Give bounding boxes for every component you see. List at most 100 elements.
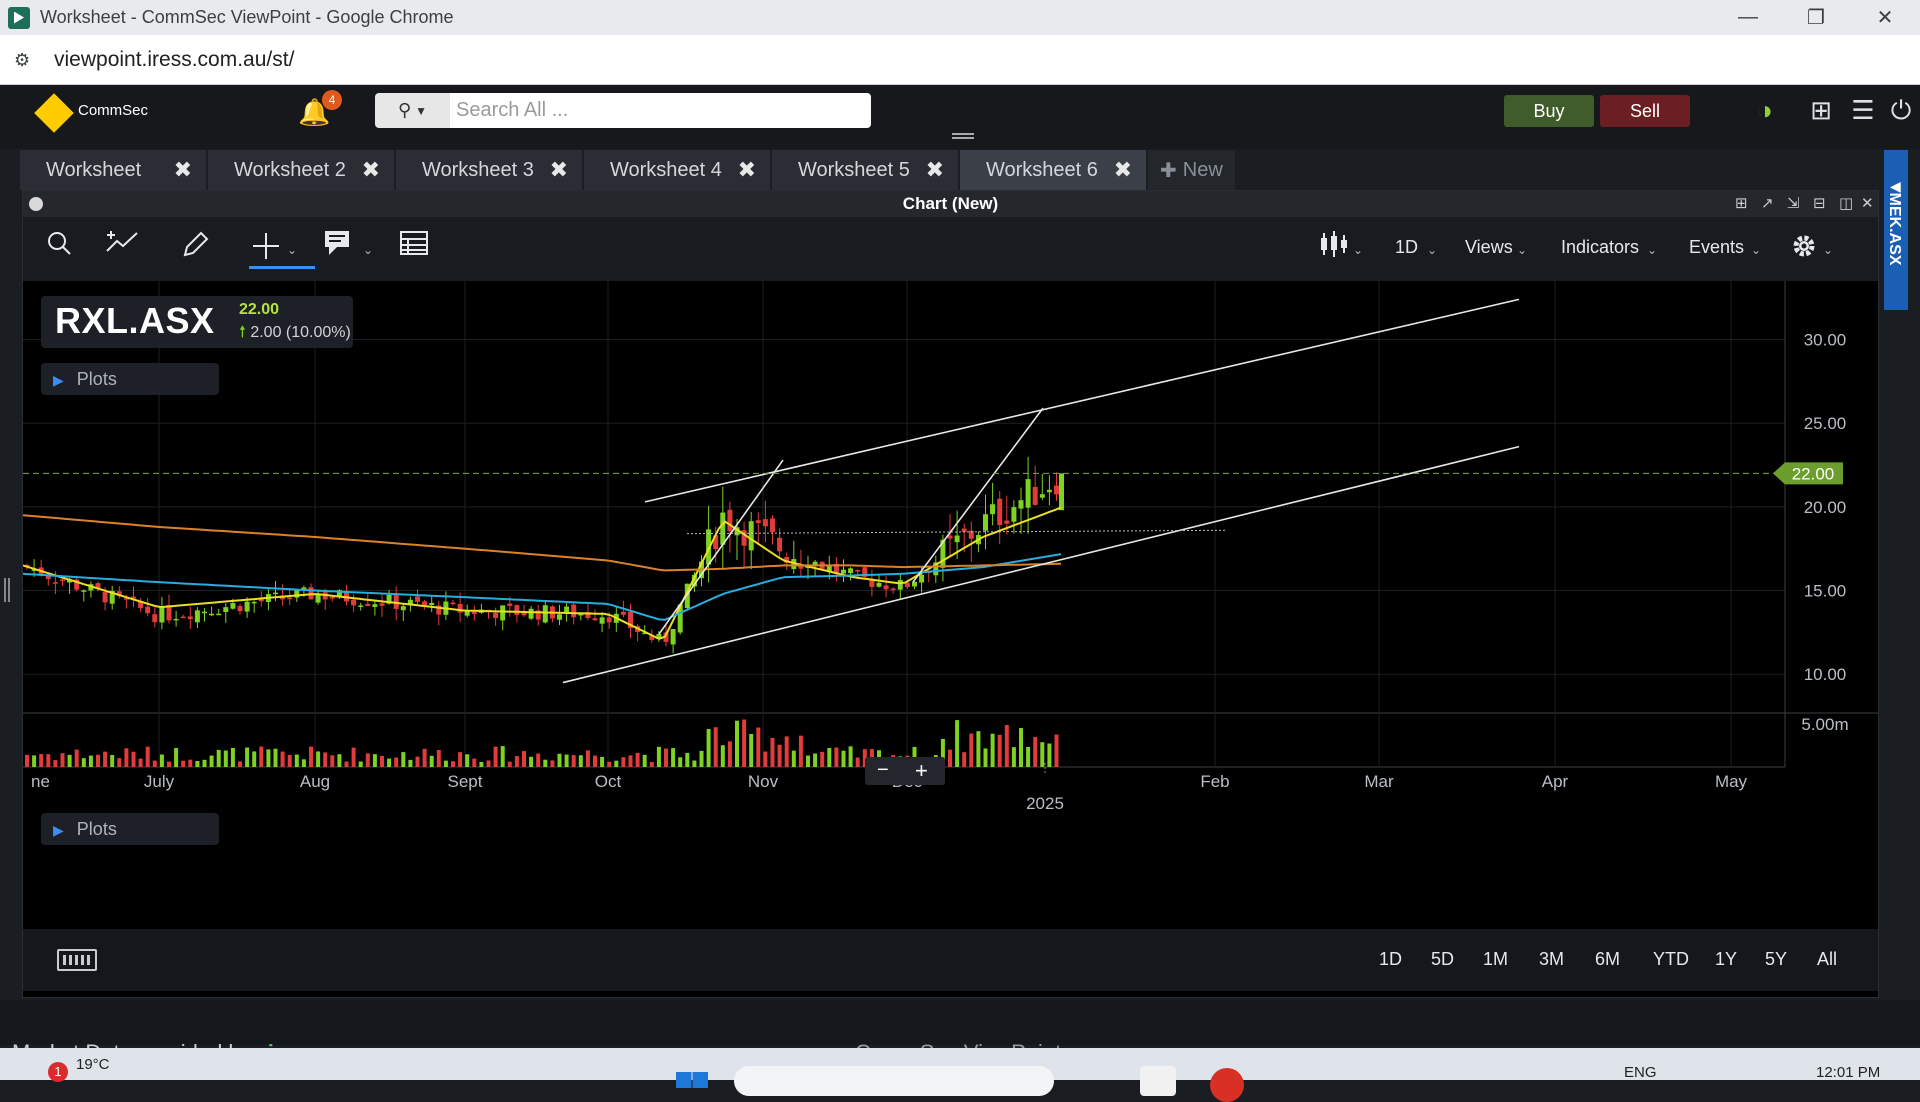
triangle-right-icon: ▶ bbox=[53, 372, 64, 388]
tab-worksheet-5[interactable]: Worksheet 5 ✖ bbox=[772, 150, 958, 190]
panel-split-icon[interactable]: ◫ bbox=[1839, 194, 1853, 212]
chevron-down-icon[interactable]: ⌄ bbox=[287, 243, 297, 257]
events-menu[interactable]: Events bbox=[1689, 237, 1744, 258]
chevron-down-icon[interactable]: ⌄ bbox=[1427, 243, 1437, 257]
tab-label: Worksheet 6 bbox=[986, 158, 1098, 181]
expand-icon[interactable]: ↗ bbox=[1761, 194, 1774, 212]
plots-toggle-main[interactable]: ▶ Plots bbox=[41, 363, 219, 395]
volume-bar bbox=[976, 731, 981, 767]
chevron-down-icon[interactable]: ⌄ bbox=[1751, 243, 1761, 257]
restore-icon[interactable]: ❐ bbox=[1786, 0, 1846, 35]
x-tick-label: 2025 bbox=[1026, 794, 1064, 813]
range-1m[interactable]: 1M bbox=[1483, 949, 1508, 970]
close-icon[interactable]: ✖ bbox=[174, 157, 192, 183]
range-1y[interactable]: 1Y bbox=[1715, 949, 1737, 970]
worksheet-tabs: Worksheet ✖ Worksheet 2 ✖ Worksheet 3 ✖ … bbox=[20, 150, 1235, 190]
range-1d[interactable]: 1D bbox=[1379, 949, 1402, 970]
range-6m[interactable]: 6M bbox=[1595, 949, 1620, 970]
range-3m[interactable]: 3M bbox=[1539, 949, 1564, 970]
chart-area[interactable]: 30.00 25.00 20.00 15.00 10.00 5.00m ne July Aug S… bbox=[23, 281, 1878, 921]
buy-button[interactable]: Buy bbox=[1504, 95, 1594, 127]
annotation-icon[interactable] bbox=[323, 229, 353, 269]
language-indicator[interactable]: ENG bbox=[1624, 1064, 1657, 1081]
chrome-icon[interactable] bbox=[1210, 1068, 1244, 1102]
panel-add-icon[interactable]: ⊞ bbox=[1735, 194, 1748, 212]
url-text[interactable]: viewpoint.iress.com.au/st/ bbox=[54, 48, 294, 72]
chevron-down-icon[interactable]: ⌄ bbox=[1823, 243, 1833, 257]
chevron-down-icon[interactable]: ⌄ bbox=[1517, 243, 1527, 257]
candle-body bbox=[954, 535, 960, 543]
candle-body bbox=[507, 603, 513, 606]
gear-icon[interactable] bbox=[1791, 233, 1817, 273]
side-tab-label: MEK.ASX bbox=[1886, 192, 1903, 266]
volume-bar bbox=[309, 746, 313, 767]
tab-worksheet-2[interactable]: Worksheet 2 ✖ bbox=[208, 150, 394, 190]
volume-bar bbox=[770, 738, 775, 767]
x-tick-label: July bbox=[144, 772, 175, 791]
price-chart[interactable]: 30.00 25.00 20.00 15.00 10.00 5.00m ne July Aug S… bbox=[23, 281, 1878, 921]
chevron-down-icon[interactable]: ⌄ bbox=[1353, 243, 1363, 257]
close-window-icon[interactable]: ✕ bbox=[1855, 0, 1915, 35]
header-drag-handle[interactable] bbox=[952, 133, 974, 139]
volume-bar bbox=[685, 752, 690, 767]
range-all[interactable]: All bbox=[1817, 949, 1837, 970]
keyboard-icon[interactable] bbox=[57, 949, 97, 971]
chevron-down-icon[interactable]: ⌄ bbox=[1647, 243, 1657, 257]
popout-icon[interactable]: ⇲ bbox=[1787, 194, 1800, 212]
close-icon[interactable]: ✖ bbox=[1114, 157, 1132, 183]
power-icon[interactable]: ⏻ bbox=[1884, 93, 1918, 127]
left-collapse-handle[interactable] bbox=[4, 578, 10, 602]
range-5d[interactable]: 5D bbox=[1431, 949, 1454, 970]
pencil-icon[interactable] bbox=[181, 229, 211, 269]
volume-bar bbox=[1054, 734, 1059, 767]
volume-bar bbox=[621, 757, 626, 767]
menu-icon[interactable]: ☰ bbox=[1846, 93, 1880, 127]
candle-body bbox=[251, 601, 257, 604]
new-tab-button[interactable]: ✚ New bbox=[1148, 150, 1235, 190]
plots-toggle-volume[interactable]: ▶ Plots bbox=[41, 813, 219, 845]
close-icon[interactable]: ✖ bbox=[738, 157, 756, 183]
zoom-in-button[interactable]: + bbox=[915, 758, 928, 784]
volume-bar bbox=[784, 736, 789, 767]
candle-body bbox=[287, 597, 293, 600]
zoom-search-icon[interactable] bbox=[45, 229, 73, 269]
table-icon[interactable] bbox=[399, 229, 429, 269]
views-menu[interactable]: Views bbox=[1465, 237, 1513, 258]
add-icon[interactable]: ⊞ bbox=[1804, 93, 1838, 127]
search-dropdown-button[interactable]: ⚲ ▼ bbox=[375, 93, 450, 128]
add-indicator-icon[interactable] bbox=[105, 229, 141, 269]
taskbar-clock[interactable]: 12:01 PM bbox=[1816, 1064, 1880, 1081]
windows-taskbar: 1 19°C ENG 12:01 PM bbox=[0, 1048, 1920, 1102]
tab-worksheet-6[interactable]: Worksheet 6 ✖ bbox=[960, 150, 1146, 190]
range-5y[interactable]: 5Y bbox=[1765, 949, 1787, 970]
panel-minimize-icon[interactable]: ⊟ bbox=[1813, 194, 1826, 212]
minimize-icon[interactable]: — bbox=[1718, 0, 1778, 35]
close-icon[interactable]: ✖ bbox=[550, 157, 568, 183]
crosshair-icon[interactable] bbox=[249, 229, 315, 269]
close-icon[interactable]: ✖ bbox=[926, 157, 944, 183]
weather-temp[interactable]: 19°C bbox=[76, 1056, 110, 1073]
volume-bar bbox=[294, 754, 299, 767]
tab-worksheet-4[interactable]: Worksheet 4 ✖ bbox=[584, 150, 770, 190]
interval-select[interactable]: 1D bbox=[1395, 237, 1418, 258]
tab-worksheet[interactable]: Worksheet ✖ bbox=[20, 150, 206, 190]
volume-bar bbox=[429, 755, 434, 767]
x-tick-label: Aug bbox=[300, 772, 330, 791]
side-tab-mek[interactable]: ◀ MEK.ASX bbox=[1884, 150, 1908, 310]
close-icon[interactable]: ✖ bbox=[362, 157, 380, 183]
range-ytd[interactable]: YTD bbox=[1653, 949, 1689, 970]
lightbulb-icon[interactable]: ◑ bbox=[1748, 93, 1782, 127]
taskbar-search-box[interactable] bbox=[734, 1066, 1054, 1096]
symbol-change-value: 2.00 (10.00%) bbox=[250, 324, 351, 341]
windows-start-icon[interactable] bbox=[676, 1072, 708, 1088]
panel-close-icon[interactable]: ✕ bbox=[1861, 194, 1874, 212]
candlestick-type-icon[interactable] bbox=[1319, 229, 1349, 269]
taskbar-app-icon[interactable] bbox=[1140, 1066, 1176, 1096]
sell-button[interactable]: Sell bbox=[1600, 95, 1690, 127]
chevron-down-icon[interactable]: ⌄ bbox=[363, 243, 373, 257]
zoom-out-button[interactable]: − bbox=[877, 759, 889, 782]
indicators-menu[interactable]: Indicators bbox=[1561, 237, 1639, 258]
tab-worksheet-3[interactable]: Worksheet 3 ✖ bbox=[396, 150, 582, 190]
search-input[interactable] bbox=[450, 93, 871, 128]
site-settings-icon[interactable]: ⚙ bbox=[14, 50, 38, 70]
